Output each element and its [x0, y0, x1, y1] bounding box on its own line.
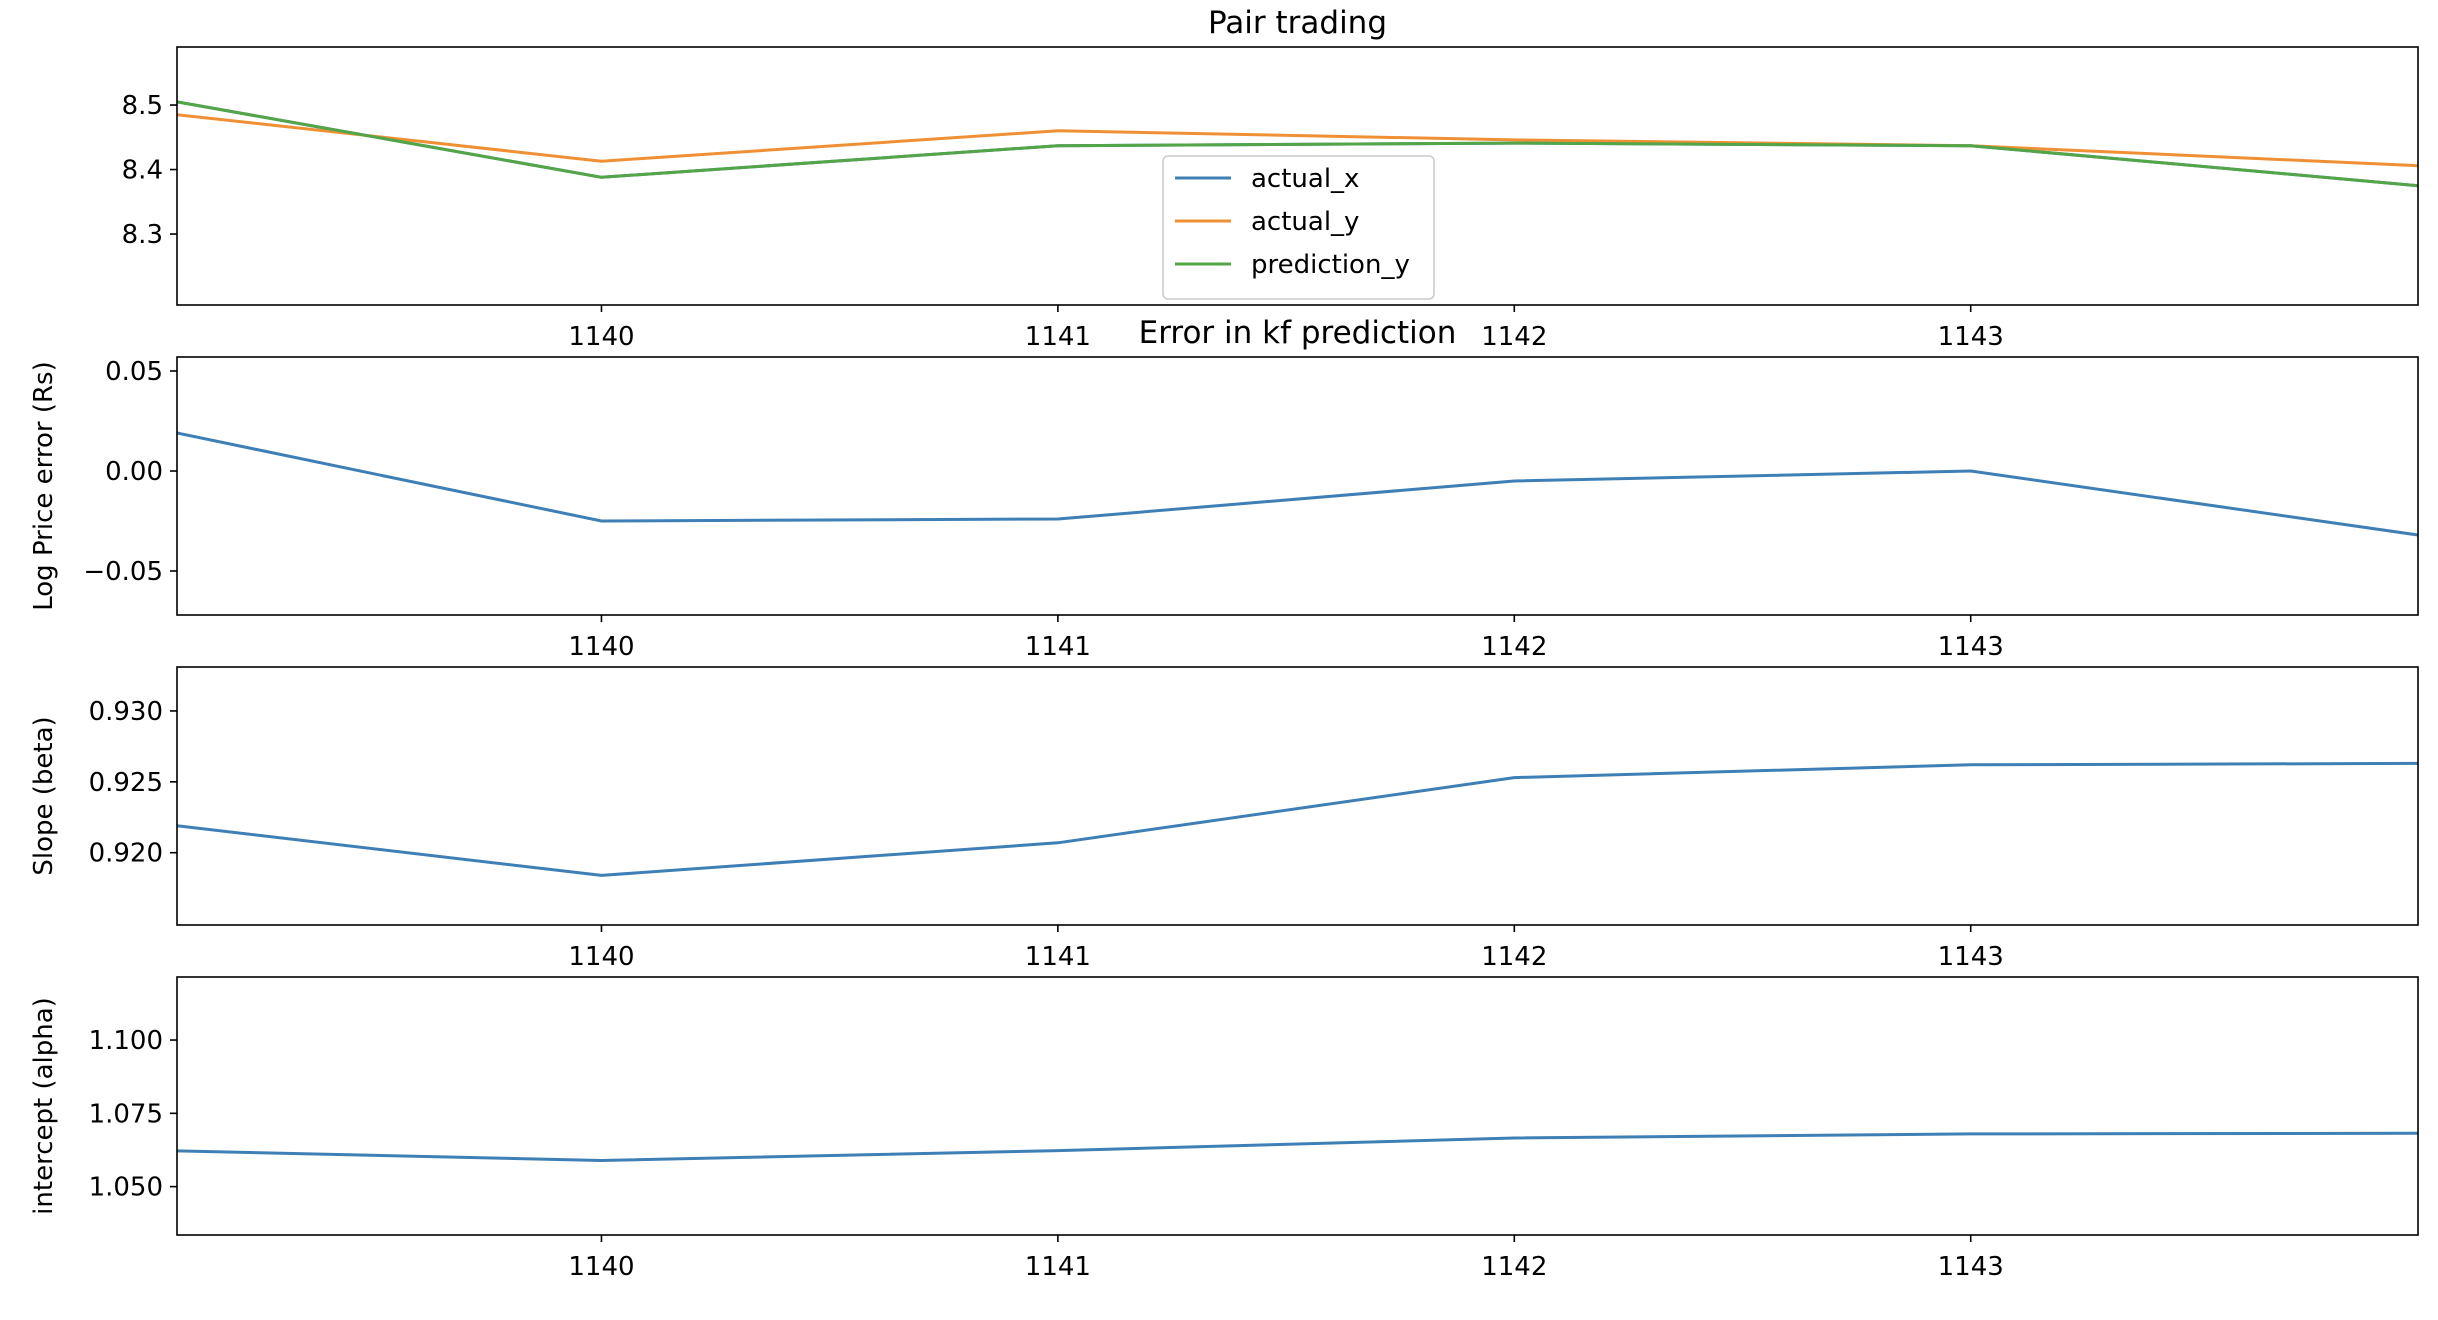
axes-frame — [176, 666, 2419, 926]
y-tick-label: 1.100 — [89, 1026, 163, 1056]
x-tick-label: 1143 — [1938, 322, 2004, 352]
y-tick-label: 1.050 — [89, 1173, 163, 1203]
legend-label: prediction_y — [1251, 250, 1410, 280]
y-tick-label: 0.920 — [89, 839, 163, 869]
chart-panel-2: 1140 1141 1142 1143 −0.05 0.00 0.05 Error in kf… — [29, 315, 2419, 662]
chart-title: Pair trading — [1208, 5, 1387, 41]
x-tick-label: 1140 — [568, 322, 634, 352]
y-tick-label: 0.05 — [105, 357, 163, 387]
series-line-series-1 — [177, 431, 2418, 537]
x-tick-label: 1142 — [1481, 1252, 1547, 1282]
x-tick-label: 1141 — [1025, 1252, 1091, 1282]
x-tick-label: 1142 — [1481, 322, 1547, 352]
x-tick-label: 1141 — [1025, 632, 1091, 662]
chart-panel-4: 1140 1141 1142 1143 1.050 1.075 1.100 intercept… — [29, 976, 2419, 1282]
chart-panel-1: 1140 1141 1142 1143 8.3 8.4 8.5 Pair trading act… — [122, 5, 2419, 352]
y-tick-label: 8.5 — [122, 91, 163, 121]
x-tick-label: 1142 — [1481, 942, 1547, 972]
x-tick-label: 1141 — [1025, 322, 1091, 352]
y-tick-label: 8.3 — [122, 220, 163, 250]
y-axis-label: intercept (alpha) — [29, 997, 59, 1215]
figure: 1140 1141 1142 1143 8.3 8.4 8.5 Pair trading act… — [29, 5, 2419, 1282]
chart-panel-3: 1140 1141 1142 1143 0.920 0.925 0.930 Slope (be… — [29, 666, 2419, 972]
axes-frame — [176, 976, 2419, 1236]
series-line-series-1 — [177, 1131, 2418, 1162]
y-axis-label: Slope (beta) — [29, 716, 59, 875]
legend: actual_x actual_y prediction_y — [1162, 155, 1435, 300]
x-tick-label: 1143 — [1938, 1252, 2004, 1282]
series-line-series-1 — [177, 761, 2418, 877]
y-tick-label: 0.925 — [89, 768, 163, 798]
x-tick-label: 1141 — [1025, 942, 1091, 972]
x-tick-label: 1143 — [1938, 942, 2004, 972]
chart-title: Error in kf prediction — [1139, 315, 1457, 351]
x-tick-label: 1140 — [568, 1252, 634, 1282]
y-tick-label: 0.930 — [89, 697, 163, 727]
y-tick-label: 8.4 — [122, 156, 163, 186]
legend-label: actual_x — [1251, 164, 1359, 194]
x-tick-label: 1140 — [568, 942, 634, 972]
y-tick-label: −0.05 — [83, 557, 163, 587]
y-tick-label: 1.075 — [89, 1099, 163, 1129]
legend-label: actual_y — [1251, 207, 1359, 237]
y-tick-label: 0.00 — [105, 457, 163, 487]
x-tick-label: 1143 — [1938, 632, 2004, 662]
x-tick-label: 1142 — [1481, 632, 1547, 662]
x-tick-label: 1140 — [568, 632, 634, 662]
y-axis-label: Log Price error (Rs) — [29, 361, 59, 611]
